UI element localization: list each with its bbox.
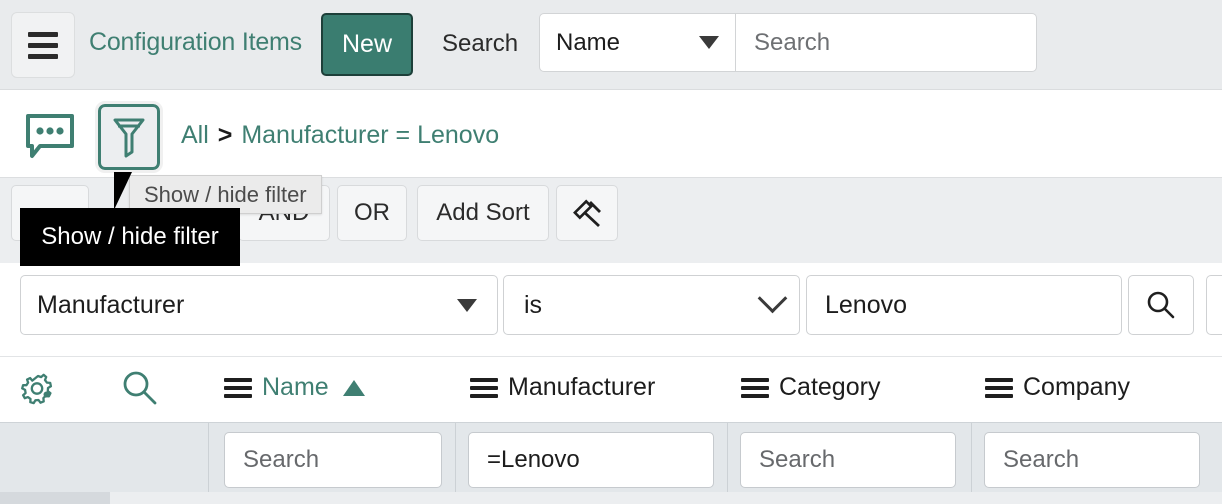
caret-down-icon	[699, 36, 719, 49]
filter-operator-value: is	[524, 290, 543, 319]
magnifier-icon	[123, 371, 157, 405]
add-sort-button[interactable]: Add Sort	[417, 185, 549, 241]
table-search-toggle-icon[interactable]	[120, 368, 160, 408]
column-header-manufacturer[interactable]: Manufacturer	[470, 373, 655, 402]
column-filter-input-category[interactable]: Search	[740, 432, 956, 488]
search-field-select[interactable]: Name	[539, 13, 736, 72]
sort-ascending-icon[interactable]	[342, 379, 365, 396]
cell-divider	[455, 423, 456, 496]
magnifier-icon	[1147, 291, 1175, 319]
gear-settings-icon[interactable]	[18, 369, 58, 409]
column-header-name[interactable]: Name	[224, 373, 365, 402]
show-hide-filter-button[interactable]	[95, 101, 163, 173]
filter-operator-select[interactable]: is	[503, 275, 800, 335]
column-menu-icon[interactable]	[741, 377, 769, 398]
hamburger-icon-bar	[28, 42, 58, 48]
breadcrumb: All > Manufacturer = Lenovo	[181, 120, 499, 150]
horizontal-scrollbar-track[interactable]	[0, 492, 1222, 504]
column-label: Company	[1023, 373, 1130, 401]
application-root: Configuration Items New Search Name Sear…	[0, 0, 1222, 504]
global-search-group: Name Search	[539, 13, 1222, 72]
breadcrumb-separator: >	[217, 121, 233, 149]
app-header: Configuration Items New Search Name Sear…	[0, 0, 1222, 89]
breadcrumb-item-condition[interactable]: Manufacturer = Lenovo	[241, 121, 499, 149]
search-label: Search	[442, 30, 519, 57]
page-title: Configuration Items	[89, 28, 302, 56]
cell-divider	[208, 423, 209, 496]
hamburger-icon-bar	[28, 53, 58, 59]
gavel-pin-icon	[573, 199, 601, 228]
chevron-down-icon	[757, 283, 788, 313]
cell-divider	[971, 423, 972, 496]
search-field-value: Name	[556, 28, 621, 56]
column-header-company[interactable]: Company	[985, 373, 1130, 402]
cell-divider	[727, 423, 728, 496]
global-search-input[interactable]: Search	[736, 13, 1037, 72]
column-label: Category	[779, 373, 881, 401]
horizontal-scrollbar-thumb[interactable]	[0, 492, 110, 504]
filter-value-lookup-button[interactable]	[1128, 275, 1194, 335]
filter-value-input[interactable]: Lenovo	[806, 275, 1122, 335]
hamburger-icon-bar	[28, 31, 58, 37]
column-header-category[interactable]: Category	[741, 373, 880, 402]
column-menu-icon[interactable]	[985, 377, 1013, 398]
caret-down-icon	[457, 298, 477, 312]
new-record-button[interactable]: New	[321, 13, 413, 76]
funnel-filter-icon	[113, 118, 145, 158]
comment-bubble-icon[interactable]	[24, 112, 76, 160]
column-label: Manufacturer	[508, 373, 656, 401]
hamburger-menu-button[interactable]	[11, 12, 75, 78]
add-or-condition-button[interactable]: OR	[337, 185, 407, 241]
column-filter-input-manufacturer[interactable]: =Lenovo	[468, 432, 714, 488]
column-label: Name	[262, 373, 329, 401]
gavel-pin-button[interactable]	[556, 185, 618, 241]
column-menu-icon[interactable]	[224, 377, 252, 398]
column-filter-input-company[interactable]: Search	[984, 432, 1200, 488]
breadcrumb-item-all[interactable]: All	[181, 121, 209, 149]
filter-field-value: Manufacturer	[37, 290, 185, 319]
show-hide-filter-tooltip: Show / hide filter	[20, 208, 240, 266]
column-menu-icon[interactable]	[470, 377, 498, 398]
filter-extra-button[interactable]	[1206, 275, 1222, 335]
column-filter-input-name[interactable]: Search	[224, 432, 442, 488]
tooltip-pointer	[114, 172, 132, 210]
filter-field-select[interactable]: Manufacturer	[20, 275, 498, 335]
